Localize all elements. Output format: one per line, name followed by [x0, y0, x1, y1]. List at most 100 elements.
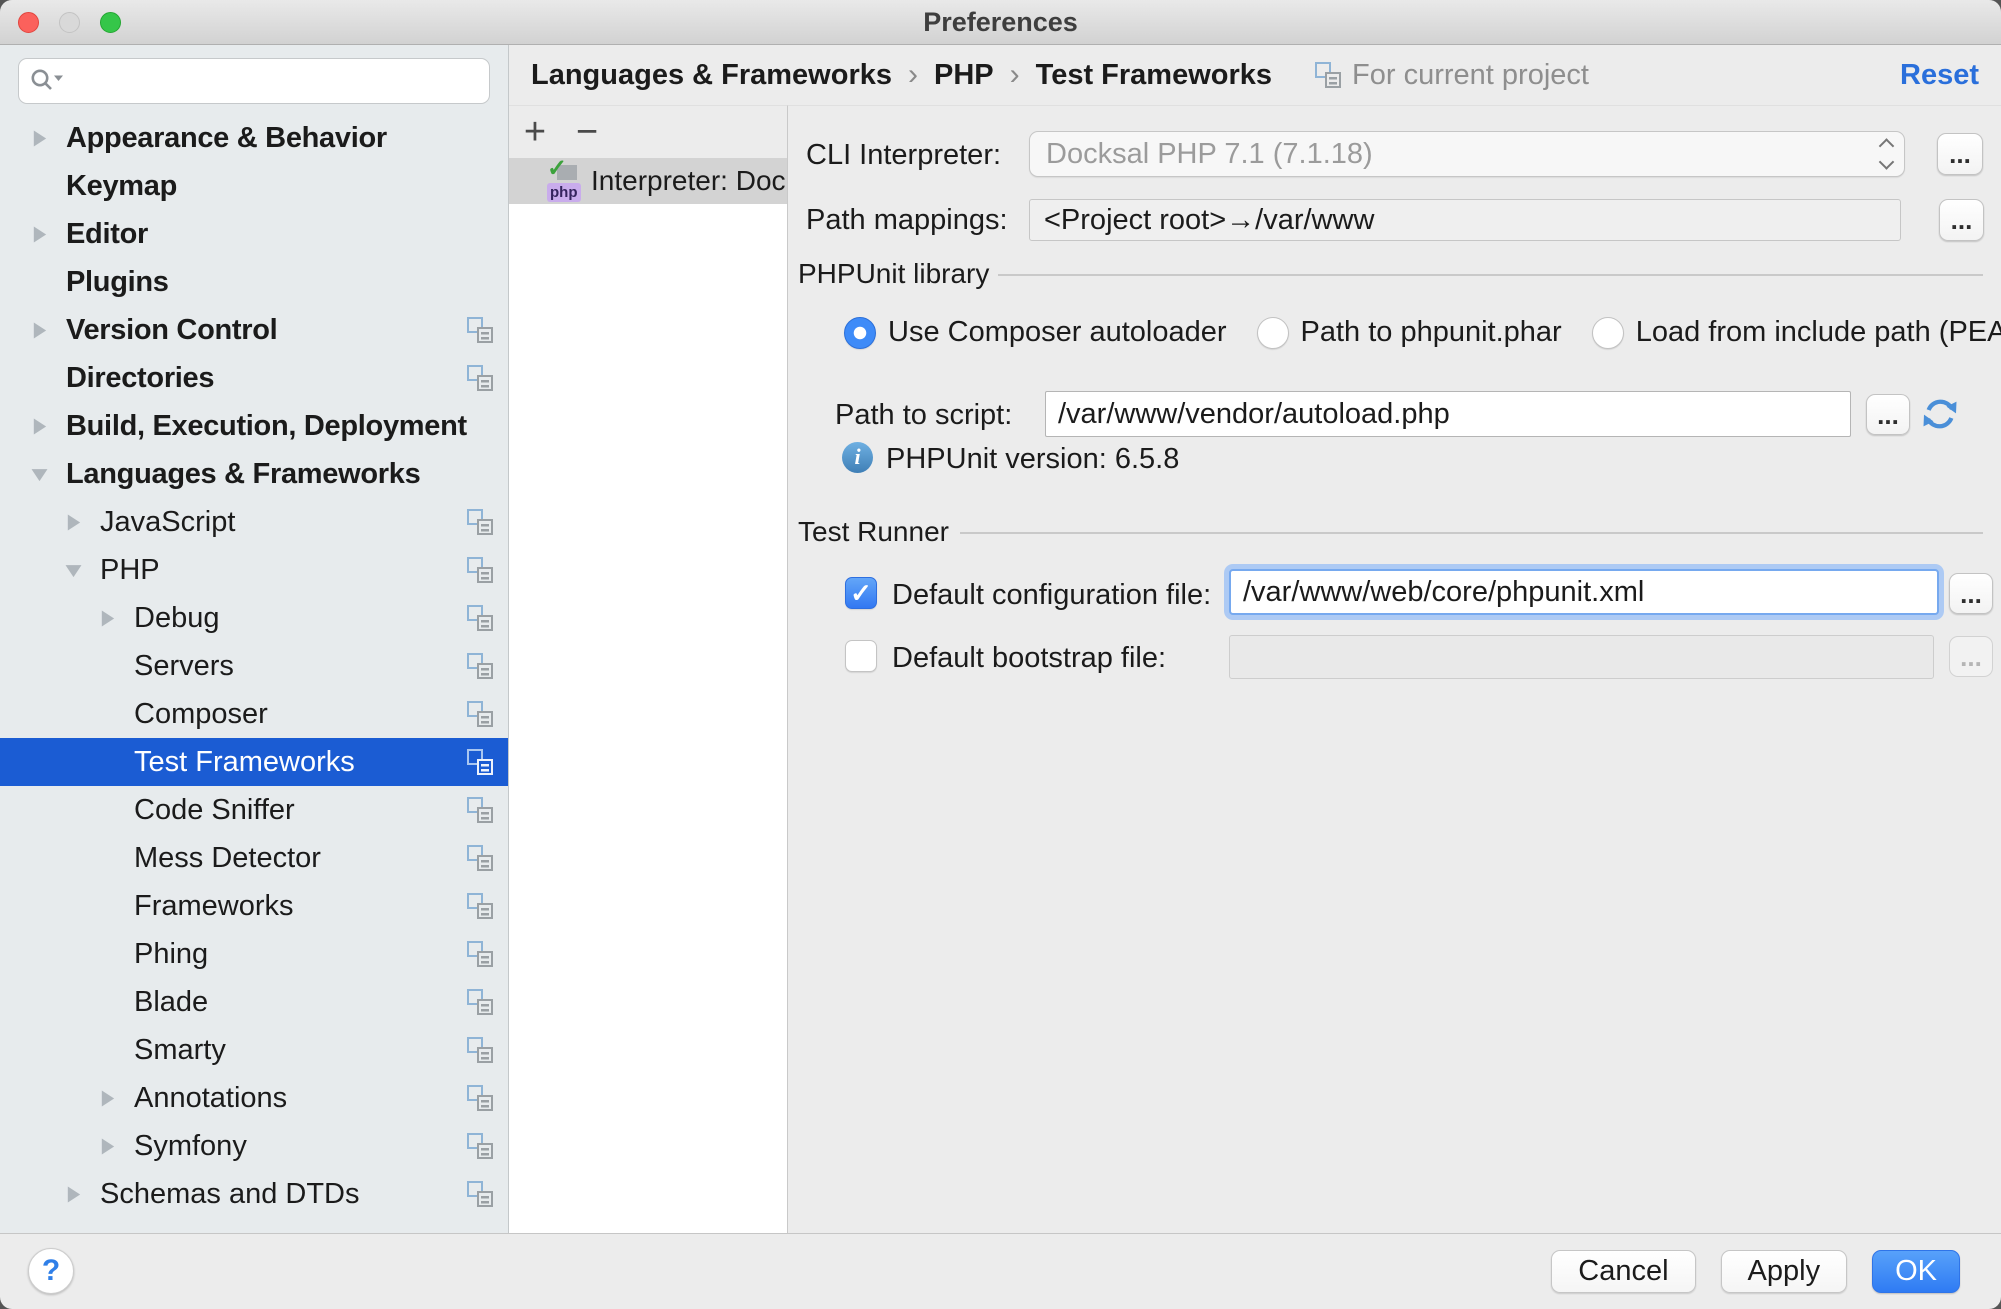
disclosure-arrow-icon[interactable] — [96, 704, 134, 724]
disclosure-arrow-icon[interactable] — [96, 752, 134, 772]
sidebar-item-appearance-behavior[interactable]: Appearance & Behavior — [0, 114, 508, 162]
apply-button[interactable]: Apply — [1721, 1250, 1848, 1293]
project-copy-icon — [466, 1132, 494, 1160]
reset-link[interactable]: Reset — [1900, 59, 1979, 92]
cli-interpreter-select[interactable]: Docksal PHP 7.1 (7.1.18) — [1029, 131, 1905, 177]
path-mappings-label: Path mappings: — [806, 204, 1008, 237]
default-configuration-browse-button[interactable]: ... — [1949, 573, 1993, 614]
disclosure-arrow-icon[interactable] — [96, 1040, 134, 1060]
disclosure-arrow-icon[interactable] — [96, 656, 134, 676]
sidebar-item-version-control[interactable]: Version Control — [0, 306, 508, 354]
disclosure-arrow-icon[interactable] — [28, 368, 66, 388]
sidebar-item-label: Phing — [134, 938, 208, 971]
disclosure-arrow-icon[interactable] — [96, 1136, 134, 1156]
disclosure-arrow-icon[interactable] — [96, 608, 134, 628]
sidebar-item-test-frameworks[interactable]: Test Frameworks — [0, 738, 508, 786]
sidebar-item-label: Servers — [134, 650, 234, 683]
project-copy-icon — [466, 748, 494, 776]
section-divider — [960, 532, 1983, 534]
disclosure-arrow-icon[interactable] — [62, 1184, 100, 1204]
disclosure-arrow-icon[interactable] — [62, 560, 100, 580]
sidebar-item-php[interactable]: PHP — [0, 546, 508, 594]
settings-search-box[interactable] — [18, 58, 490, 104]
project-copy-icon — [466, 508, 494, 536]
sidebar-item-label: Version Control — [66, 314, 277, 347]
sidebar-item-languages-frameworks[interactable]: Languages & Frameworks — [0, 450, 508, 498]
sidebar-item-debug[interactable]: Debug — [0, 594, 508, 642]
radio-use-composer-autoloader[interactable]: Use Composer autoloader — [844, 316, 1227, 349]
disclosure-arrow-icon[interactable] — [96, 800, 134, 820]
disclosure-arrow-icon[interactable] — [28, 224, 66, 244]
disclosure-arrow-icon[interactable] — [96, 1088, 134, 1108]
cli-interpreter-value: Docksal PHP 7.1 (7.1.18) — [1046, 138, 1373, 171]
select-spinner-icon — [1881, 141, 1892, 168]
path-mappings-field[interactable]: <Project root>→/var/www — [1029, 199, 1901, 241]
sidebar-item-blade[interactable]: Blade — [0, 978, 508, 1026]
sidebar-item-build-execution-deployment[interactable]: Build, Execution, Deployment — [0, 402, 508, 450]
disclosure-arrow-icon[interactable] — [28, 464, 66, 484]
breadcrumb-php[interactable]: PHP — [934, 59, 994, 92]
disclosure-arrow-icon[interactable] — [96, 896, 134, 916]
section-divider — [998, 274, 1983, 276]
disclosure-arrow-icon[interactable] — [96, 992, 134, 1012]
reload-icon[interactable] — [1920, 394, 1960, 434]
radio-icon — [844, 317, 876, 349]
sidebar-item-label: PHP — [100, 554, 160, 587]
cancel-button[interactable]: Cancel — [1551, 1250, 1695, 1293]
sidebar-item-symfony[interactable]: Symfony — [0, 1122, 508, 1170]
project-copy-icon — [466, 892, 494, 920]
sidebar-item-phing[interactable]: Phing — [0, 930, 508, 978]
path-to-script-browse-button[interactable]: ... — [1866, 394, 1910, 435]
default-configuration-input[interactable] — [1229, 569, 1939, 615]
sidebar-item-mess-detector[interactable]: Mess Detector — [0, 834, 508, 882]
breadcrumb-languages-frameworks[interactable]: Languages & Frameworks — [531, 59, 892, 92]
settings-search-input[interactable] — [73, 65, 479, 98]
default-bootstrap-checkbox[interactable] — [845, 640, 877, 672]
help-button[interactable]: ? — [28, 1248, 74, 1294]
sidebar-item-label: Keymap — [66, 170, 177, 203]
radio-load-from-include-path[interactable]: Load from include path (PEAR) — [1592, 316, 2001, 349]
disclosure-arrow-icon[interactable] — [28, 272, 66, 292]
disclosure-arrow-icon[interactable] — [28, 176, 66, 196]
sidebar-item-javascript[interactable]: JavaScript — [0, 498, 508, 546]
radio-path-to-phpunit-phar[interactable]: Path to phpunit.phar — [1257, 316, 1562, 349]
sidebar-item-keymap[interactable]: Keymap — [0, 162, 508, 210]
interpreter-label: Interpreter: Dock — [591, 165, 787, 197]
path-to-script-label: Path to script: — [835, 399, 1012, 432]
breadcrumb-separator: › — [1010, 58, 1020, 92]
sidebar-item-label: Debug — [134, 602, 219, 635]
default-configuration-label: Default configuration file: — [892, 579, 1211, 612]
path-mappings-browse-button[interactable]: ... — [1939, 199, 1984, 241]
cli-interpreter-browse-button[interactable]: ... — [1937, 133, 1983, 175]
sidebar-item-frameworks[interactable]: Frameworks — [0, 882, 508, 930]
interpreter-list-item[interactable]: ✓ php Interpreter: Dock — [509, 158, 787, 204]
path-to-script-input[interactable] — [1045, 391, 1851, 437]
remove-interpreter-button[interactable]: − — [569, 112, 605, 152]
sidebar-item-label: Schemas and DTDs — [100, 1178, 360, 1211]
sidebar-item-plugins[interactable]: Plugins — [0, 258, 508, 306]
add-interpreter-button[interactable]: + — [517, 112, 553, 152]
sidebar-item-servers[interactable]: Servers — [0, 642, 508, 690]
ok-button[interactable]: OK — [1872, 1250, 1960, 1293]
disclosure-arrow-icon[interactable] — [28, 128, 66, 148]
default-bootstrap-input — [1229, 635, 1934, 679]
sidebar-item-label: Smarty — [134, 1034, 226, 1067]
disclosure-arrow-icon[interactable] — [62, 512, 100, 532]
project-copy-icon — [466, 316, 494, 344]
disclosure-arrow-icon[interactable] — [96, 848, 134, 868]
interpreter-list-panel: + − ✓ php Interpreter: Dock — [509, 105, 788, 1233]
scope-label: For current project — [1352, 59, 1589, 92]
scope-indicator: For current project — [1314, 59, 1589, 92]
disclosure-arrow-icon[interactable] — [28, 416, 66, 436]
settings-sidebar: Appearance & Behavior Keymap Editor Plug… — [0, 45, 509, 1233]
sidebar-item-annotations[interactable]: Annotations — [0, 1074, 508, 1122]
sidebar-item-code-sniffer[interactable]: Code Sniffer — [0, 786, 508, 834]
sidebar-item-directories[interactable]: Directories — [0, 354, 508, 402]
sidebar-item-smarty[interactable]: Smarty — [0, 1026, 508, 1074]
sidebar-item-schemas-and-dtds[interactable]: Schemas and DTDs — [0, 1170, 508, 1218]
disclosure-arrow-icon[interactable] — [28, 320, 66, 340]
disclosure-arrow-icon[interactable] — [96, 944, 134, 964]
sidebar-item-composer[interactable]: Composer — [0, 690, 508, 738]
sidebar-item-editor[interactable]: Editor — [0, 210, 508, 258]
default-configuration-checkbox[interactable]: ✓ — [845, 577, 877, 609]
